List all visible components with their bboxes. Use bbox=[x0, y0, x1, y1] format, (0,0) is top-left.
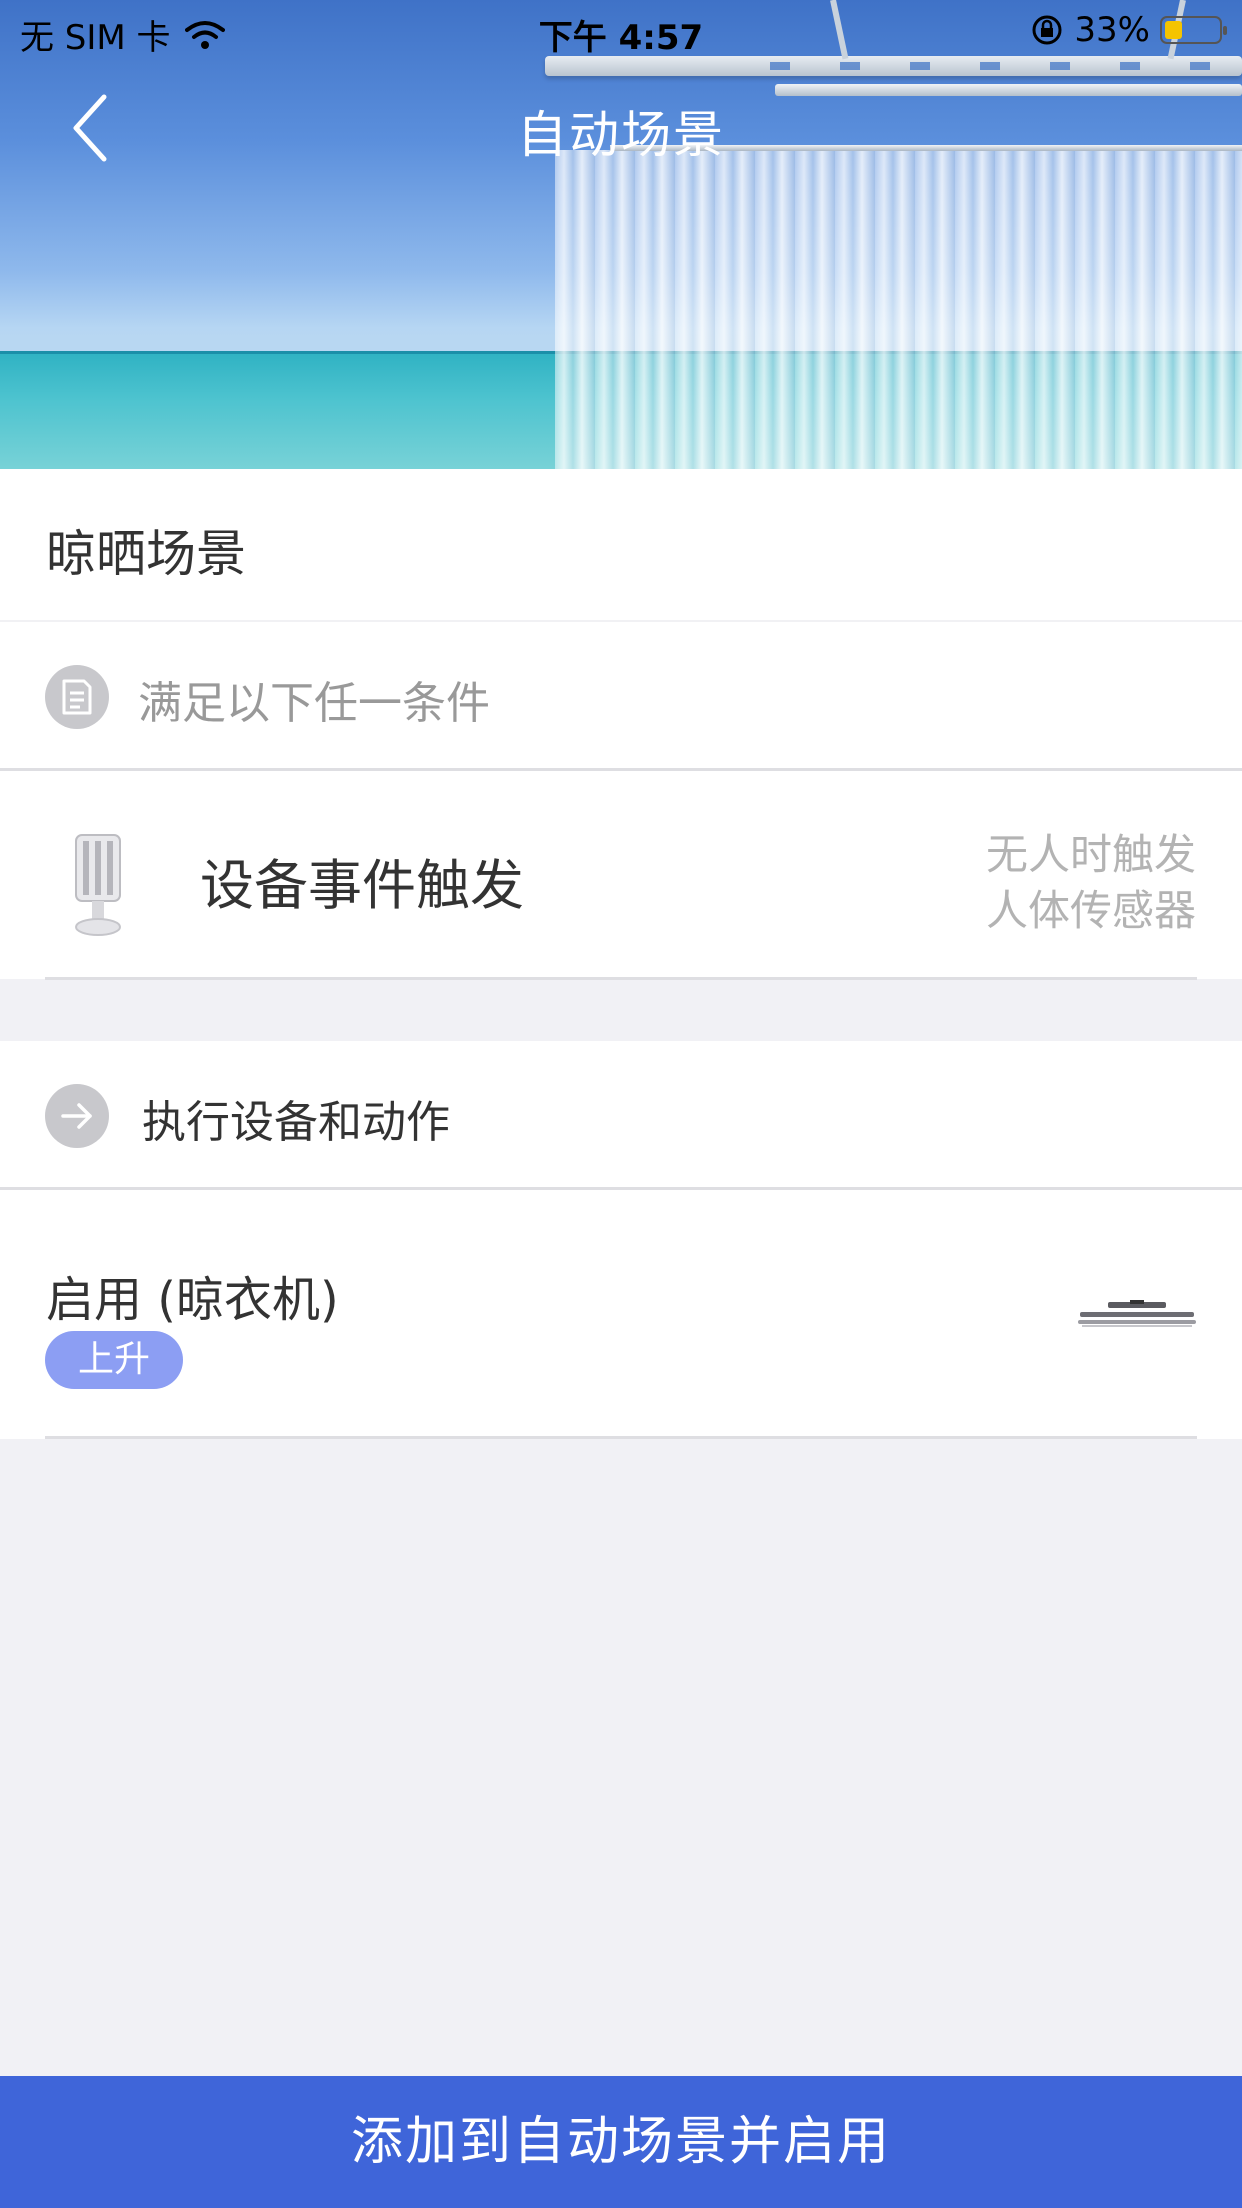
condition-header-label: 满足以下任一条件 bbox=[138, 678, 490, 729]
action-title: 启用 (晾衣机) bbox=[46, 1272, 339, 1328]
divider bbox=[45, 977, 1197, 980]
battery-icon bbox=[1160, 16, 1227, 44]
action-header-label: 执行设备和动作 bbox=[142, 1097, 450, 1148]
motion-sensor-icon bbox=[75, 834, 121, 936]
header-background-image bbox=[0, 0, 1242, 469]
trigger-device: 人体传感器 bbox=[985, 886, 1196, 935]
rotation-lock-icon bbox=[1032, 15, 1062, 45]
status-bar: 无 SIM 卡 下午 4:57 33% bbox=[0, 0, 1242, 62]
scene-name-row[interactable]: 晾晒场景 bbox=[0, 469, 1242, 620]
add-and-enable-button[interactable]: 添加到自动场景并启用 bbox=[0, 2076, 1242, 2208]
trigger-title: 设备事件触发 bbox=[200, 854, 524, 917]
condition-item[interactable]: 设备事件触发 无人时触发 人体传感器 bbox=[0, 771, 1242, 979]
clothes-dryer-icon bbox=[1078, 1300, 1196, 1327]
arrow-right-icon bbox=[45, 1084, 109, 1148]
battery-percent: 33% bbox=[1074, 10, 1150, 50]
action-item[interactable]: 启用 (晾衣机) 上升 bbox=[0, 1190, 1242, 1439]
action-badge: 上升 bbox=[45, 1331, 183, 1389]
condition-header: 满足以下任一条件 bbox=[0, 622, 1242, 768]
scene-name: 晾晒场景 bbox=[46, 525, 246, 583]
document-icon bbox=[45, 665, 109, 729]
action-header: 执行设备和动作 bbox=[0, 1041, 1242, 1187]
trigger-event: 无人时触发 bbox=[985, 830, 1196, 879]
page-title: 自动场景 bbox=[517, 106, 725, 164]
divider bbox=[45, 1436, 1197, 1439]
